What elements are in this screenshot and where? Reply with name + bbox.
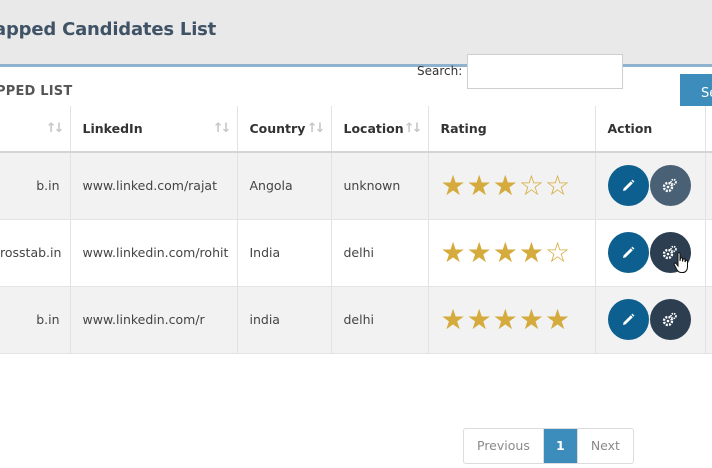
sort-icon[interactable]: ↑↓ — [213, 121, 232, 136]
pencil-icon — [623, 179, 635, 191]
pagination-page-1[interactable]: 1 — [543, 429, 577, 463]
cell-country: india — [237, 286, 332, 354]
cell-country: Angola — [237, 152, 332, 220]
pencil-icon — [623, 246, 635, 258]
cell-email: b.in — [0, 286, 71, 354]
star-rating: ★★★☆☆ — [440, 168, 572, 202]
cell-rating: ★★★★★ — [428, 286, 596, 354]
cell-action — [595, 286, 706, 354]
cell-extra — [705, 219, 712, 287]
pagination: Previous 1 Next — [463, 428, 634, 464]
column-header-action: Action — [595, 106, 706, 153]
column-header-rating: Rating — [428, 106, 596, 153]
star-filled-icon: ★ — [518, 302, 545, 336]
star-filled-icon: ★ — [466, 168, 493, 202]
cell-email: rosstab.in — [0, 219, 71, 287]
sort-icon[interactable]: ↑↓ — [404, 121, 423, 136]
star-empty-icon: ☆ — [518, 168, 545, 202]
cell-country: India — [237, 219, 332, 287]
column-header-email[interactable]: ↑↓ — [0, 106, 71, 153]
table-header-row: ↑↓ LinkedIn ↑↓ Country ↑↓ Location ↑↓ Ratin… — [0, 106, 712, 153]
star-filled-icon: ★ — [492, 235, 519, 269]
star-filled-icon: ★ — [492, 302, 519, 336]
pencil-icon — [623, 313, 635, 325]
star-filled-icon: ★ — [466, 235, 493, 269]
star-filled-icon: ★ — [466, 302, 493, 336]
star-filled-icon: ★ — [518, 235, 545, 269]
star-filled-icon: ★ — [440, 168, 467, 202]
candidates-table: ↑↓ LinkedIn ↑↓ Country ↑↓ Location ↑↓ Ratin… — [0, 106, 712, 354]
cell-linkedin: www.linkedin.com/rohit — [70, 219, 238, 287]
settings-button[interactable] — [649, 299, 691, 340]
table-row: b.in www.linked.com/rajat Angola unknown ★★★… — [0, 152, 712, 220]
search-label: Search: — [417, 64, 463, 78]
table-row: rosstab.in www.linkedin.com/rohit India del… — [0, 219, 712, 287]
star-empty-icon: ☆ — [544, 235, 572, 269]
settings-button[interactable] — [649, 165, 691, 207]
cell-location: delhi — [331, 286, 429, 354]
star-filled-icon: ★ — [440, 302, 467, 336]
column-header-location[interactable]: Location ↑↓ — [331, 106, 429, 153]
edit-button[interactable] — [607, 165, 649, 207]
pagination-previous[interactable]: Previous — [464, 429, 544, 463]
gear-icon — [662, 178, 677, 192]
card-title: PPED LIST — [0, 84, 73, 99]
cell-rating: ★★★☆☆ — [428, 152, 596, 220]
star-rating: ★★★★☆ — [440, 235, 572, 269]
cell-location: unknown — [331, 152, 429, 220]
star-filled-icon: ★ — [492, 168, 519, 202]
star-empty-icon: ☆ — [544, 168, 572, 202]
page-title: apped Candidates List — [0, 19, 217, 40]
column-header-linkedin[interactable]: LinkedIn ↑↓ — [70, 106, 238, 153]
cell-action — [595, 152, 706, 220]
column-header-country[interactable]: Country ↑↓ — [237, 106, 332, 153]
column-header-extra — [705, 106, 712, 153]
table-row: b.in www.linkedin.com/r india delhi ★★★★★ — [0, 286, 712, 354]
cell-extra — [705, 286, 712, 354]
sort-icon[interactable]: ↑↓ — [46, 121, 65, 136]
page: apped Candidates List PPED LIST Se Searc… — [0, 0, 712, 468]
cell-location: delhi — [331, 219, 429, 287]
star-filled-icon: ★ — [440, 235, 467, 269]
star-rating: ★★★★★ — [440, 302, 572, 336]
edit-button[interactable] — [607, 299, 649, 340]
search-input[interactable] — [467, 54, 623, 89]
sort-icon[interactable]: ↑↓ — [307, 121, 326, 136]
gear-icon — [662, 312, 677, 326]
cell-linkedin: www.linked.com/rajat — [70, 152, 238, 220]
cell-email: b.in — [0, 152, 71, 220]
cell-rating: ★★★★☆ — [428, 219, 596, 287]
pagination-next[interactable]: Next — [576, 429, 633, 463]
star-filled-icon: ★ — [544, 302, 572, 336]
edit-button[interactable] — [607, 232, 649, 273]
cell-extra — [705, 152, 712, 220]
hand-pointer-icon — [673, 252, 688, 273]
cell-linkedin: www.linkedin.com/r — [70, 286, 238, 354]
